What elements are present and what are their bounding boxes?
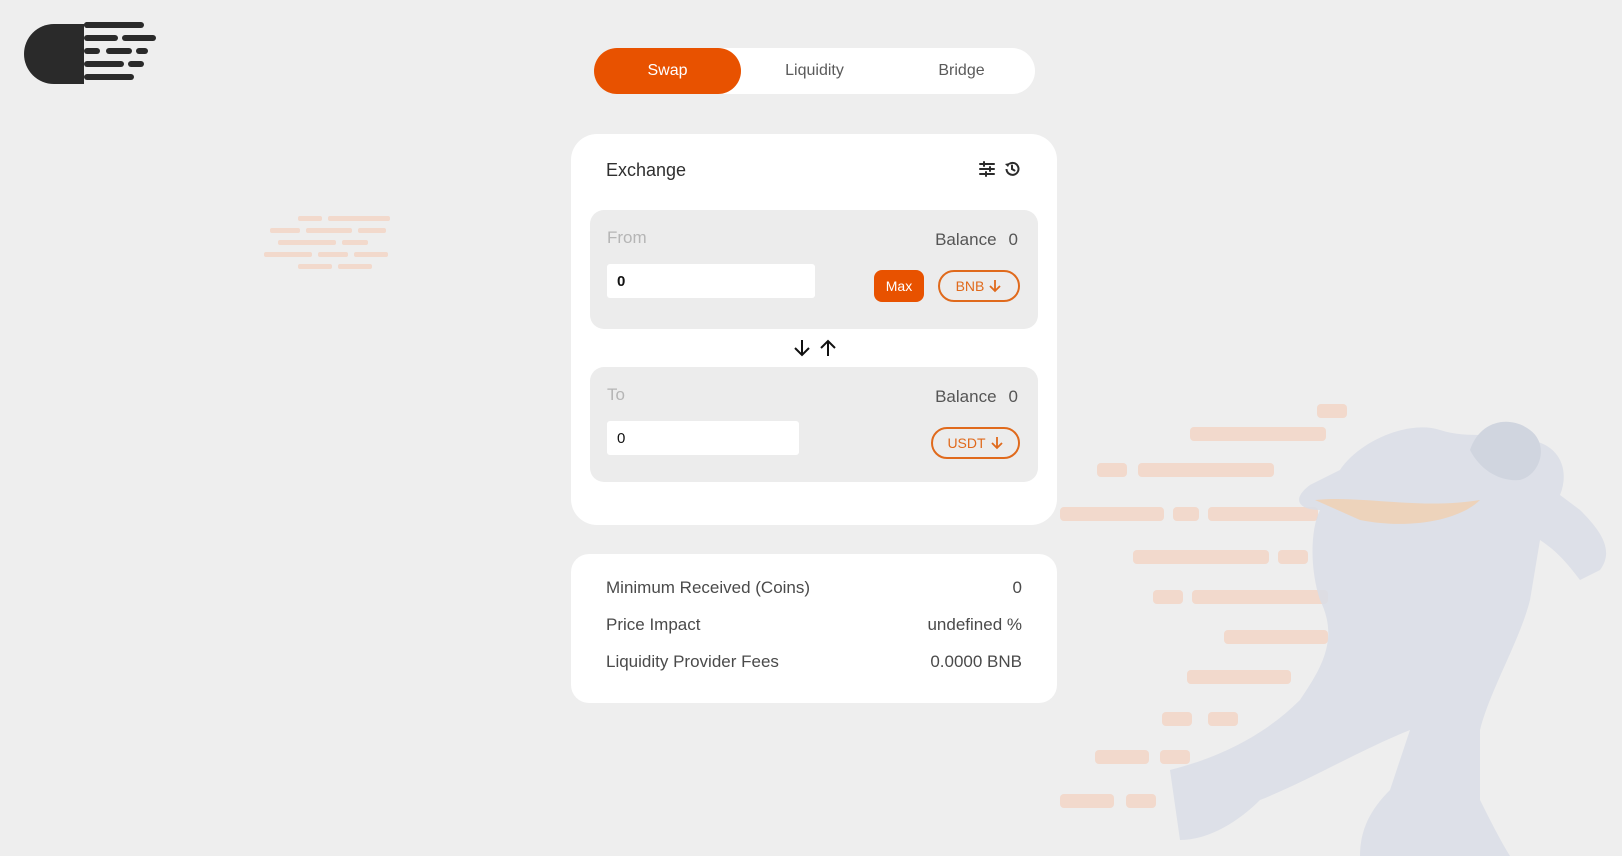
to-balance: Balance 0 [935, 387, 1018, 407]
from-token-label: BNB [955, 278, 985, 294]
trade-details-card: Minimum Received (Coins) 0 Price Impact … [571, 554, 1057, 703]
detail-label: Minimum Received (Coins) [606, 578, 811, 597]
detail-value: 0.0000 BNB [930, 652, 1022, 671]
exchange-card: Exchange From Balance 0 Max BNB [571, 134, 1057, 525]
detail-value: undefined % [927, 615, 1022, 634]
page-background: Swap Liquidity Bridge Exchange From Bala… [0, 0, 1622, 856]
from-balance-label: Balance [935, 230, 997, 249]
from-panel: From Balance 0 Max BNB [590, 210, 1038, 329]
detail-row-price-impact: Price Impact undefined % [606, 615, 1022, 635]
from-amount-input[interactable] [607, 264, 815, 298]
from-balance-value: 0 [1008, 230, 1018, 249]
detail-label: Price Impact [606, 615, 701, 634]
running-businessman-illustration [1060, 404, 1607, 856]
detail-value: 0 [1012, 578, 1022, 597]
swap-arrows-icon[interactable] [790, 338, 840, 358]
from-label: From [607, 228, 647, 247]
sliders-icon[interactable] [978, 160, 996, 178]
to-label: To [607, 385, 625, 404]
logo-icon [24, 22, 156, 84]
tab-bar: Swap Liquidity Bridge [594, 48, 1035, 94]
to-token-label: USDT [947, 435, 986, 451]
to-amount-input[interactable] [607, 421, 799, 455]
tab-bridge[interactable]: Bridge [888, 48, 1035, 94]
from-token-select[interactable]: BNB [938, 270, 1020, 302]
to-balance-value: 0 [1008, 387, 1018, 406]
to-balance-label: Balance [935, 387, 997, 406]
arrow-down-icon [990, 437, 1003, 450]
exchange-title: Exchange [606, 160, 687, 180]
max-button[interactable]: Max [874, 270, 924, 302]
detail-row-minimum-received: Minimum Received (Coins) 0 [606, 578, 1022, 598]
to-panel: To Balance 0 USDT [590, 367, 1038, 482]
tab-swap[interactable]: Swap [594, 48, 741, 94]
detail-row-lp-fees: Liquidity Provider Fees 0.0000 BNB [606, 652, 1022, 672]
detail-label: Liquidity Provider Fees [606, 652, 779, 671]
from-balance: Balance 0 [935, 230, 1018, 250]
history-icon[interactable] [1003, 160, 1021, 178]
arrow-down-icon [989, 280, 1002, 293]
decorative-dashes-icon [264, 216, 390, 269]
tab-liquidity[interactable]: Liquidity [741, 48, 888, 94]
to-token-select[interactable]: USDT [931, 427, 1020, 459]
